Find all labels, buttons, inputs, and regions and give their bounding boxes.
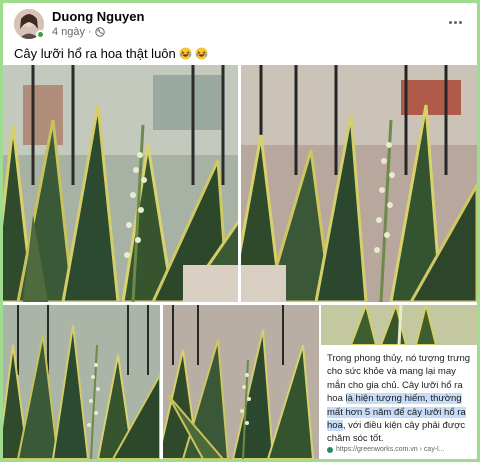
post-time[interactable]: 4 ngày [52, 26, 85, 38]
post-photo-2[interactable] [241, 65, 477, 302]
snippet-text-after: , với điều kiện cây phải được chăm sóc t… [327, 420, 466, 445]
post-meta: 4 ngày · [52, 26, 105, 38]
snippet-thumbnail [321, 305, 477, 345]
snippet-text: Trong phong thủy, nó tượng trưng cho sức… [327, 352, 475, 446]
site-favicon-icon [327, 446, 333, 453]
snippet-source-url: https://greenworks.com.vn › cay-l... [336, 446, 445, 453]
globe-icon [95, 27, 105, 37]
post-photo-4[interactable] [163, 305, 319, 459]
post-photo-1[interactable] [3, 65, 238, 302]
laughing-emoji-icon [179, 47, 192, 60]
more-options-icon[interactable] [444, 13, 466, 31]
post-text: Cây lưỡi hổ ra hoa thật luôn [14, 46, 208, 61]
post-card: Duong Nguyen 4 ngày · Cây lưỡi hổ ra hoa… [3, 3, 477, 459]
snippet-source: https://greenworks.com.vn › cay-l... [327, 446, 445, 453]
post-photo-3[interactable] [3, 305, 160, 459]
author-name[interactable]: Duong Nguyen [52, 9, 144, 24]
laughing-emoji-icon [195, 47, 208, 60]
post-photo-5[interactable]: Trong phong thủy, nó tượng trưng cho sức… [321, 305, 477, 459]
online-status-dot [36, 30, 45, 39]
post-header: Duong Nguyen 4 ngày · [3, 3, 477, 43]
meta-separator: · [88, 26, 92, 38]
post-caption: Cây lưỡi hổ ra hoa thật luôn [14, 46, 176, 61]
